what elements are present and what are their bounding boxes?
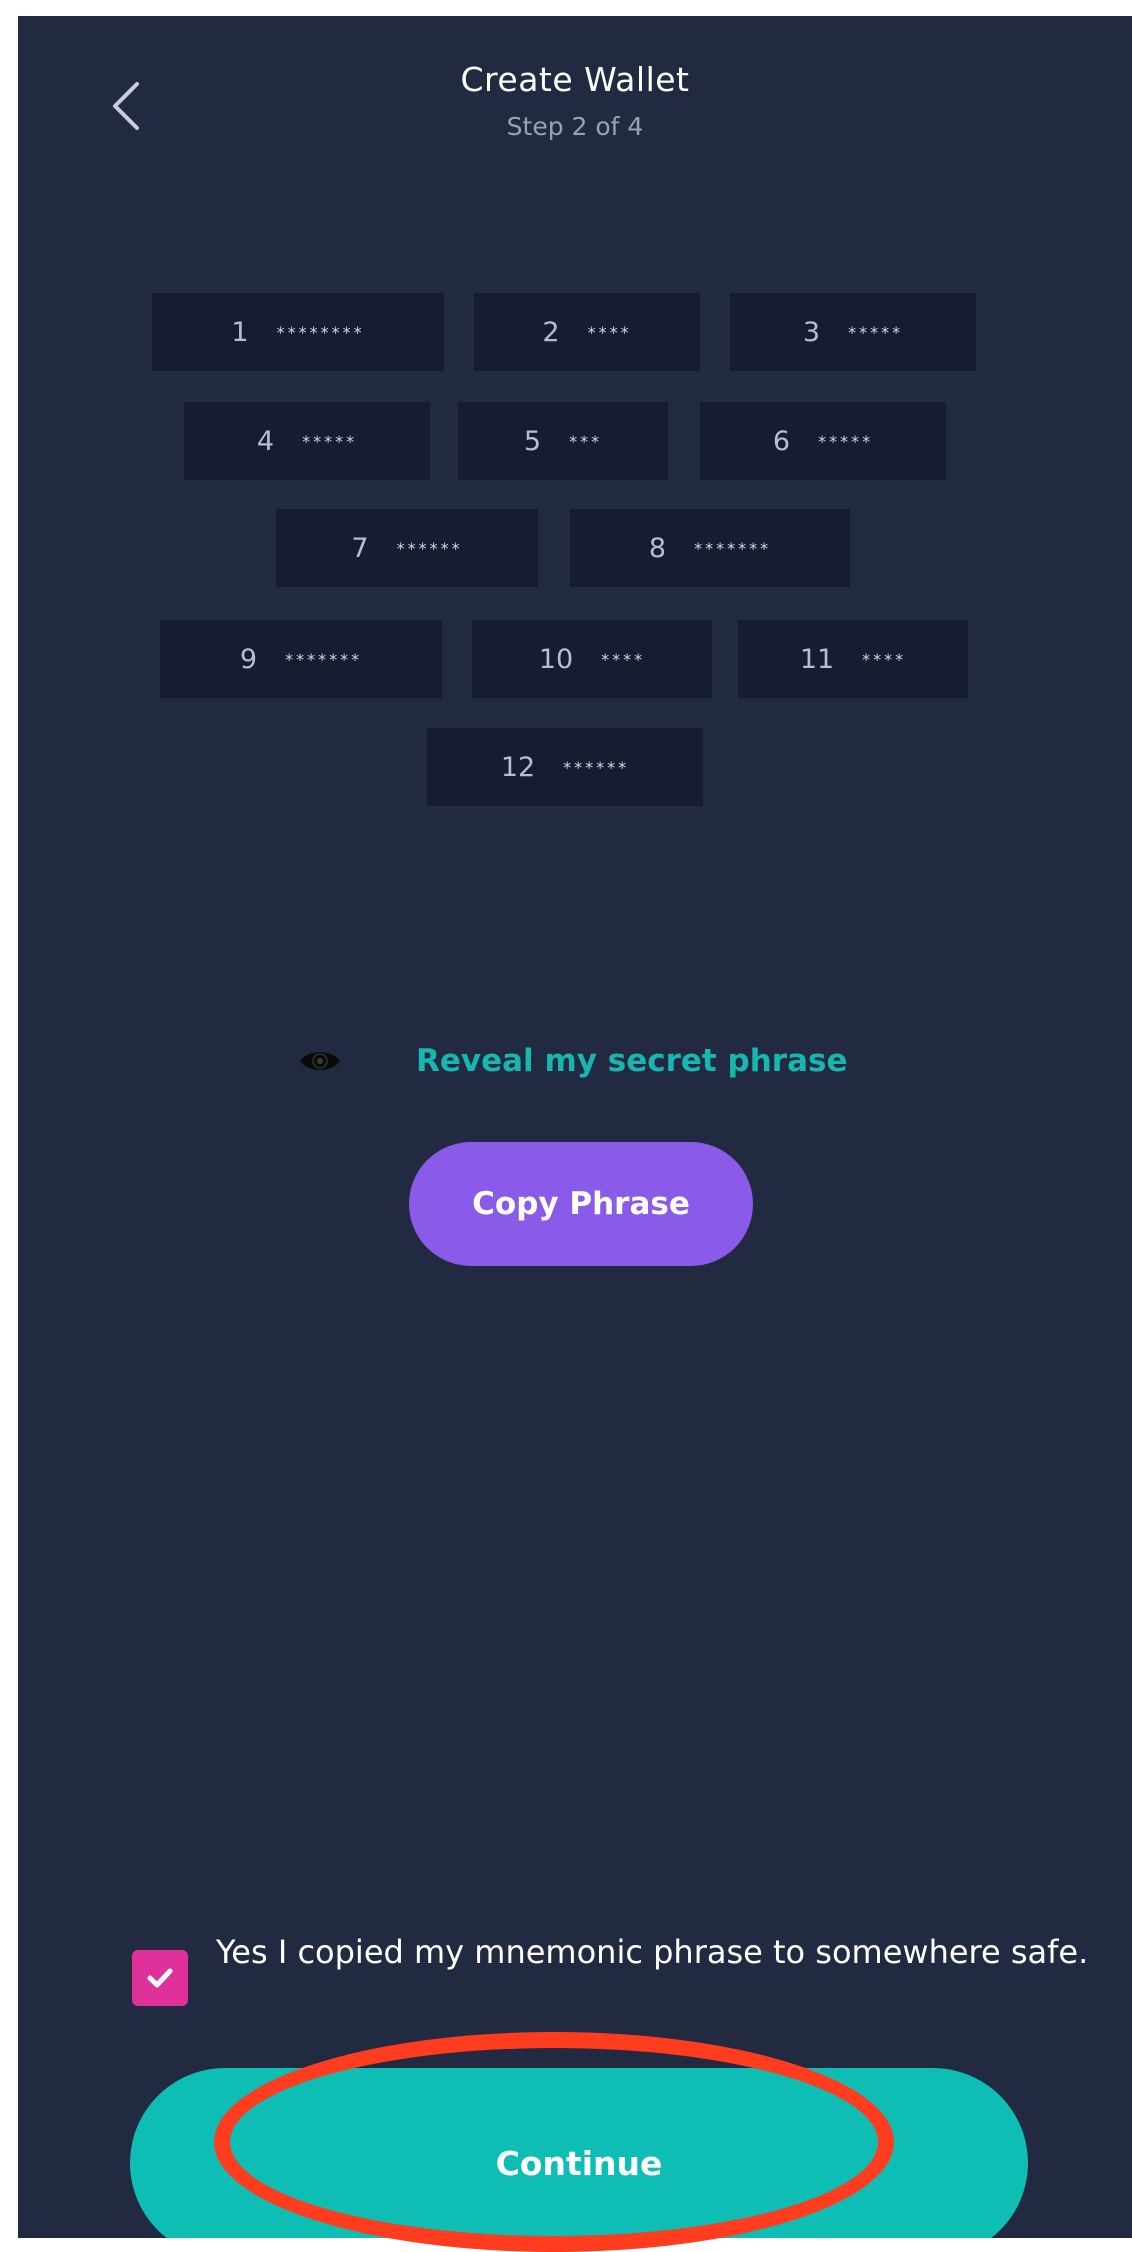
phrase-word-8: 8 ******* bbox=[570, 509, 850, 587]
phrase-word-2: 2 **** bbox=[474, 293, 700, 371]
word-index: 9 bbox=[239, 643, 258, 675]
phrase-word-10: 10 **** bbox=[472, 620, 712, 698]
word-masked: **** bbox=[862, 649, 907, 669]
phrase-word-6: 6 ***** bbox=[700, 402, 946, 480]
word-masked: ******* bbox=[285, 649, 363, 669]
word-index: 5 bbox=[523, 425, 542, 457]
word-index: 6 bbox=[772, 425, 791, 457]
word-masked: *** bbox=[569, 431, 603, 451]
page-title: Create Wallet bbox=[460, 60, 690, 99]
word-masked: ***** bbox=[818, 431, 874, 451]
word-index: 12 bbox=[500, 751, 536, 783]
eye-icon bbox=[300, 1052, 340, 1070]
word-index: 4 bbox=[256, 425, 275, 457]
word-index: 1 bbox=[231, 316, 249, 348]
phrase-word-7: 7 ****** bbox=[276, 509, 538, 587]
confirm-copied-label: Yes I copied my mnemonic phrase to somew… bbox=[216, 1933, 1089, 1971]
word-index: 11 bbox=[799, 643, 835, 675]
confirm-copied-checkbox[interactable] bbox=[132, 1950, 188, 2006]
phrase-word-4: 4 ***** bbox=[184, 402, 430, 480]
phrase-word-9: 9 ******* bbox=[160, 620, 442, 698]
phrase-word-11: 11 **** bbox=[738, 620, 968, 698]
word-masked: ***** bbox=[848, 322, 904, 342]
checkmark-icon bbox=[147, 1968, 173, 1988]
word-masked: ******* bbox=[694, 538, 772, 558]
word-index: 7 bbox=[351, 532, 369, 564]
word-masked: ******** bbox=[276, 322, 365, 342]
word-masked: ****** bbox=[396, 538, 463, 558]
word-index: 8 bbox=[648, 532, 667, 564]
copy-phrase-button[interactable]: Copy Phrase bbox=[409, 1142, 753, 1266]
word-masked: **** bbox=[601, 649, 646, 669]
reveal-phrase-label: Reveal my secret phrase bbox=[416, 1043, 848, 1079]
word-index: 10 bbox=[538, 643, 574, 675]
phrase-word-5: 5 *** bbox=[458, 402, 668, 480]
reveal-phrase-toggle[interactable]: Reveal my secret phrase bbox=[298, 1026, 848, 1096]
word-masked: ***** bbox=[302, 431, 358, 451]
word-masked: **** bbox=[587, 322, 632, 342]
step-indicator: Step 2 of 4 bbox=[506, 112, 644, 141]
word-index: 2 bbox=[542, 316, 560, 348]
phrase-word-1: 1 ******** bbox=[152, 293, 444, 371]
phrase-word-12: 12 ****** bbox=[427, 728, 703, 806]
word-index: 3 bbox=[802, 316, 821, 348]
phrase-word-3: 3 ***** bbox=[730, 293, 976, 371]
word-masked: ****** bbox=[563, 757, 630, 777]
create-wallet-screen: Create Wallet Step 2 of 4 1 ******** 2 *… bbox=[18, 16, 1132, 2238]
continue-button[interactable]: Continue bbox=[130, 2068, 1028, 2238]
